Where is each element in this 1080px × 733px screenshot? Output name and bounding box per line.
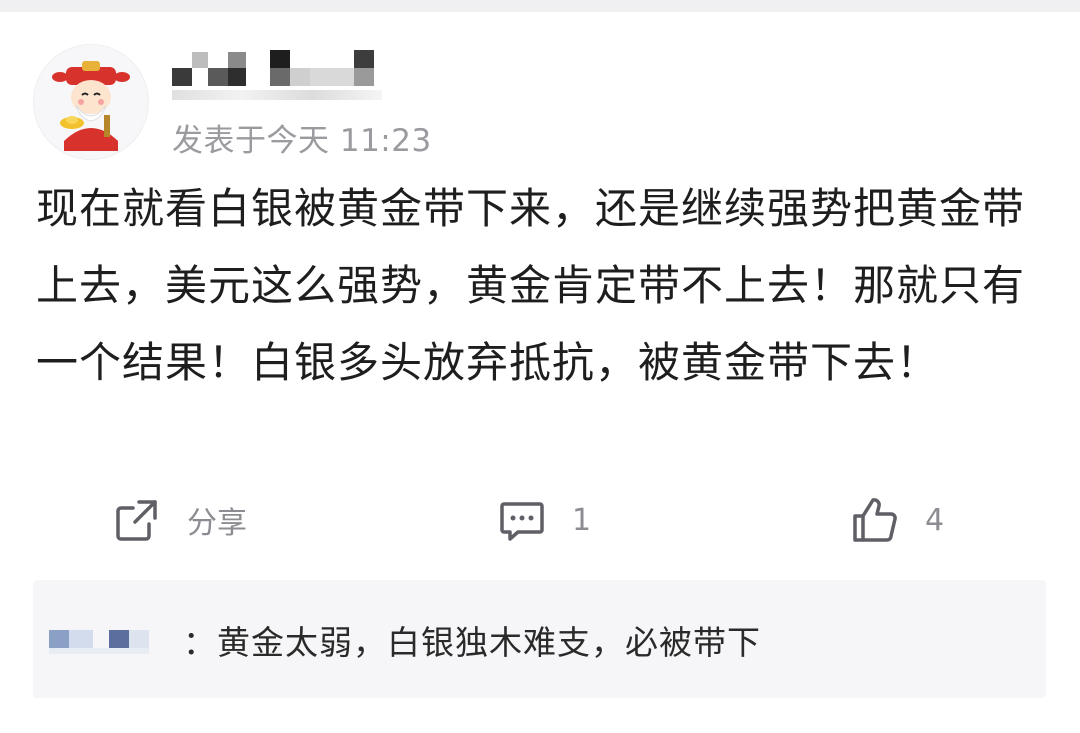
thumbs-up-icon bbox=[853, 498, 897, 542]
top-divider-bar bbox=[0, 0, 1080, 12]
share-label: 分享 bbox=[187, 506, 247, 541]
like-button[interactable]: 4 bbox=[851, 492, 944, 548]
god-of-wealth-avatar-icon bbox=[34, 45, 148, 159]
comment-button[interactable]: 1 bbox=[498, 492, 591, 548]
post-timestamp: 发表于今天 11:23 bbox=[172, 123, 432, 159]
comment-count: 1 bbox=[572, 502, 592, 538]
like-count: 4 bbox=[925, 502, 945, 538]
comment-icon bbox=[500, 502, 544, 541]
reply-username-obscured[interactable] bbox=[49, 626, 159, 654]
share-button[interactable]: 分享 bbox=[113, 492, 247, 548]
reply-text: ：黄金太弱，白银独木难支，必被带下 bbox=[183, 623, 761, 662]
username-obscured[interactable] bbox=[172, 46, 392, 104]
share-icon bbox=[116, 500, 157, 541]
post-content: 现在就看白银被黄金带下来，还是继续强势把黄金带上去，美元这么强势，黄金肯定带不上… bbox=[36, 184, 1026, 387]
reply-preview[interactable]: ：黄金太弱，白银独木难支，必被带下 bbox=[33, 580, 1046, 698]
user-avatar[interactable] bbox=[33, 44, 149, 160]
